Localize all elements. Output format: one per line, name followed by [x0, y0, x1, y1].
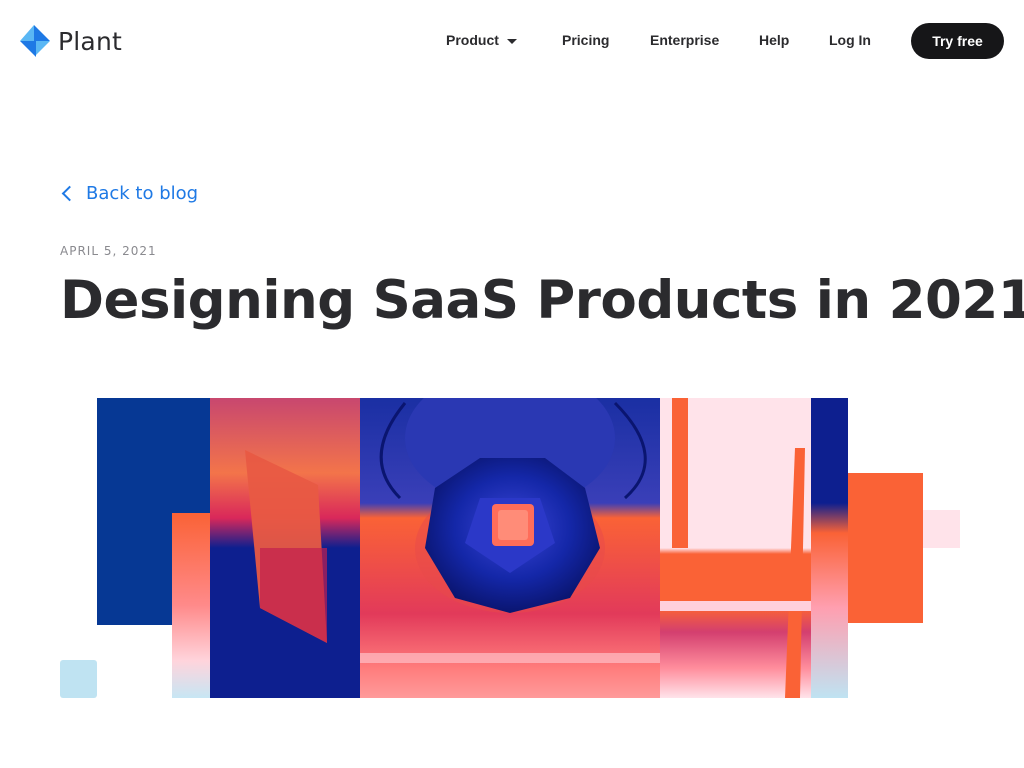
article-title: Designing SaaS Products in 2021 [60, 270, 1024, 331]
main-nav: Product Pricing Enterprise Help Log In T… [0, 22, 1024, 60]
chevron-left-icon [61, 185, 78, 202]
nav-pricing-link[interactable]: Pricing [562, 32, 609, 48]
nav-product-dropdown[interactable]: Product [446, 32, 517, 48]
nav-product-label: Product [446, 32, 499, 48]
caret-down-icon [506, 38, 517, 44]
try-free-button[interactable]: Try free [911, 23, 1004, 59]
nav-help-link[interactable]: Help [759, 32, 789, 48]
nav-enterprise-link[interactable]: Enterprise [650, 32, 719, 48]
hero-image [60, 398, 960, 698]
article-date: APRIL 5, 2021 [60, 244, 157, 258]
nav-login-link[interactable]: Log In [829, 32, 871, 48]
back-to-blog-link[interactable]: Back to blog [60, 183, 198, 204]
site-header: Plant Product Pricing Enterprise Help Lo… [0, 0, 1024, 82]
abstract-3d-artwork-illustration [60, 398, 960, 698]
back-to-blog-label: Back to blog [86, 183, 199, 204]
